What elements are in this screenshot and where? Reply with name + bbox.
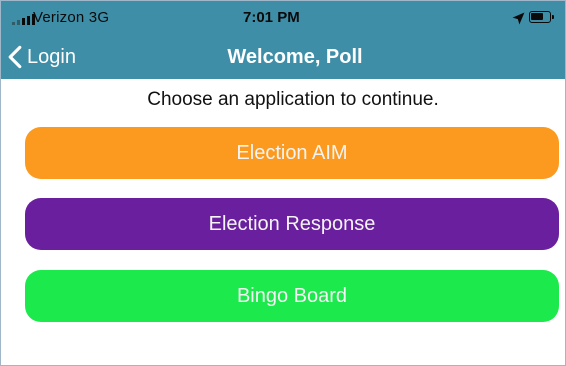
status-time: 7:01 PM: [243, 9, 300, 26]
bingo-board-label: Bingo Board: [236, 284, 348, 307]
status-bar: Verizon 3G 7:01 PM: [1, 1, 565, 35]
navigation-bar: Login Welcome, Poll: [1, 35, 565, 79]
nav-title: Welcome, Poll: [227, 46, 363, 68]
app-screen: Verizon 3G 7:01 PM Login Welcome, Poll C…: [0, 0, 566, 366]
instruction-text: Choose an application to continue.: [147, 89, 439, 110]
bingo-board-button[interactable]: Bingo Board: [25, 270, 559, 322]
carrier-label: Verizon 3G: [33, 9, 110, 26]
election-aim-button[interactable]: Election AIM: [25, 127, 559, 179]
election-aim-label: Election AIM: [236, 141, 348, 164]
election-response-label: Election Response: [208, 212, 376, 235]
location-arrow-icon: [512, 12, 525, 25]
cellular-signal-icon: [12, 13, 35, 25]
election-response-button[interactable]: Election Response: [25, 198, 559, 250]
battery-icon: [529, 11, 554, 23]
battery-level: [531, 13, 543, 20]
